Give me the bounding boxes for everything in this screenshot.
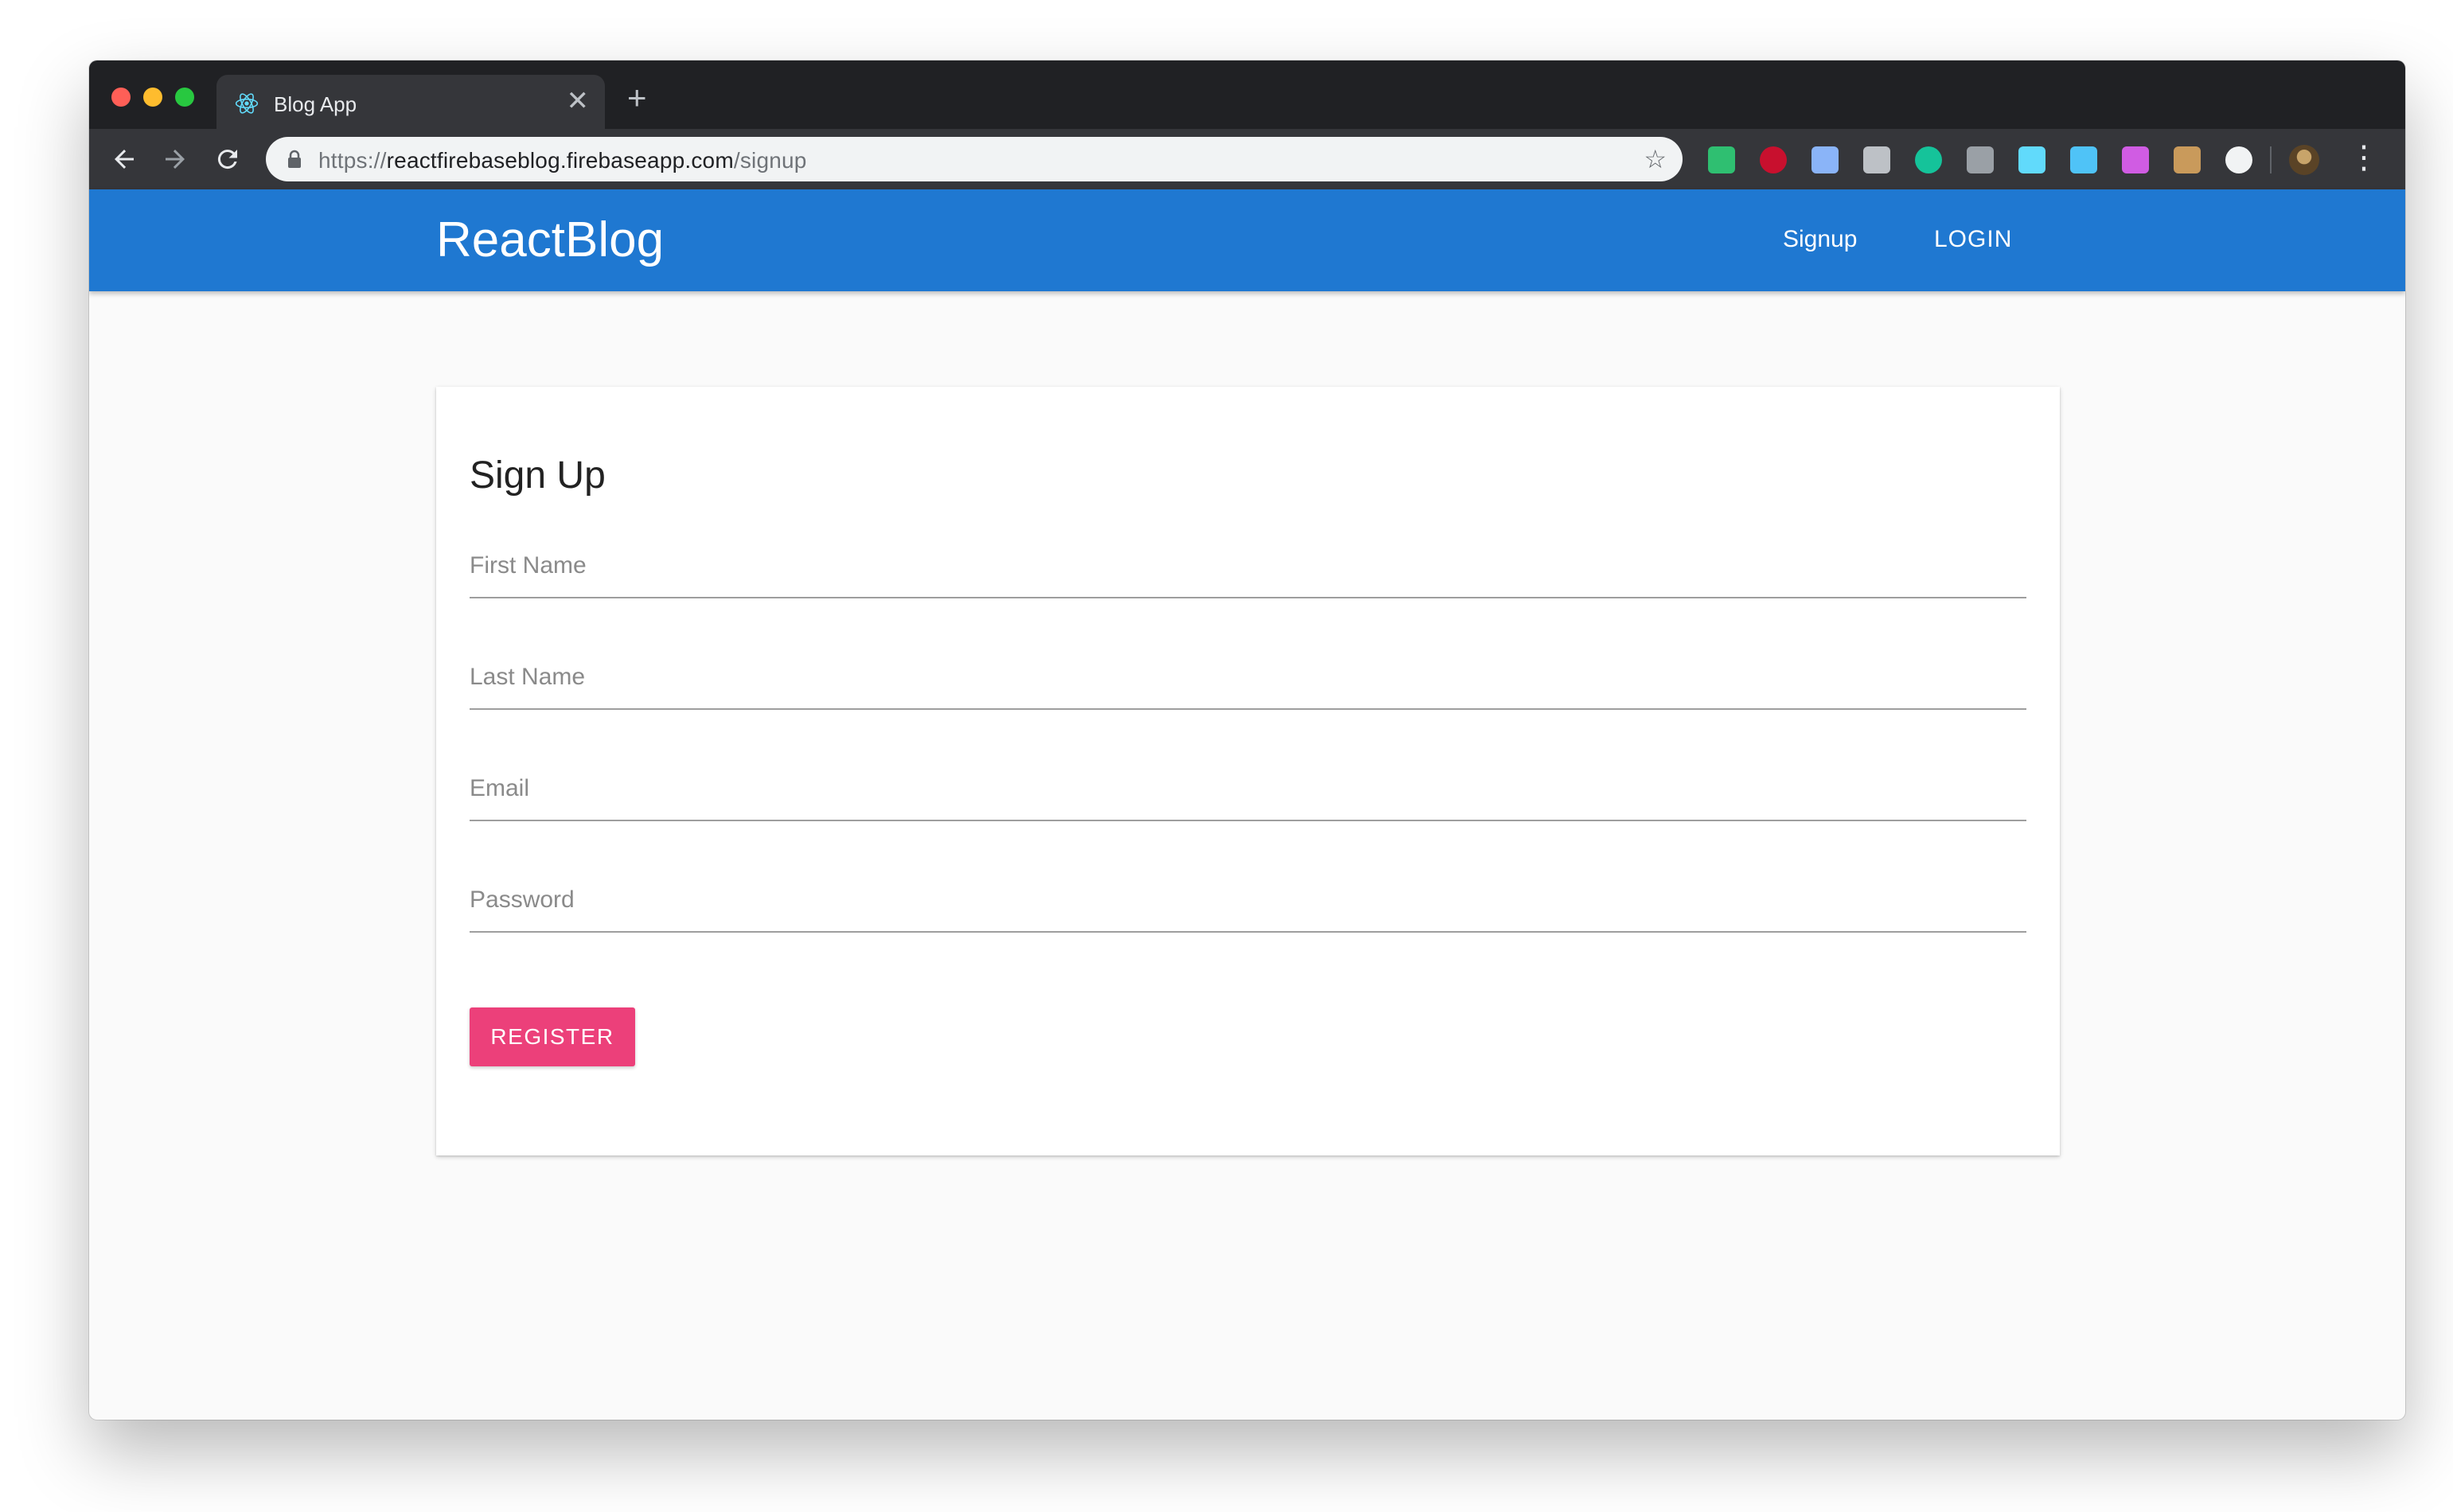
first-name-input[interactable] [470,535,2026,598]
password-input[interactable] [470,869,2026,933]
eyedropper-icon[interactable] [2070,146,2097,173]
browser-window: Blog App ✕ + https://reactfirebaseblog.f… [89,60,2405,1420]
app-bar: ReactBlog Signup LOGIN [89,189,2405,291]
tab-title: Blog App [274,92,357,116]
last-name-field-wrapper [470,646,2026,710]
first-name-field-wrapper [470,535,2026,598]
back-arrow-icon[interactable] [110,145,138,173]
broadcast-icon[interactable] [2122,146,2149,173]
circle-icon[interactable] [2225,146,2252,173]
translate-icon[interactable] [1967,146,1994,173]
toolbar-separator [2270,146,2272,173]
url-scheme: https:// [318,148,387,173]
window-close-button[interactable] [111,88,131,107]
email-input[interactable] [470,758,2026,821]
nav-login-link[interactable]: LOGIN [1934,226,2012,253]
shield-icon[interactable] [1708,146,1735,173]
url-host: reactfirebaseblog.firebaseapp.com [386,148,734,173]
gear-network-icon[interactable] [1811,146,1839,173]
form-title: Sign Up [470,454,606,497]
register-button[interactable]: REGISTER [470,1007,635,1066]
camera-icon[interactable] [1863,146,1890,173]
box-icon[interactable] [2174,146,2201,173]
profile-avatar[interactable] [2289,145,2319,175]
url-path: /signup [733,148,807,173]
bookmark-star-icon[interactable]: ☆ [1644,146,1667,172]
nav-signup-link[interactable]: Signup [1783,226,1857,253]
reload-icon[interactable] [213,145,242,173]
more-menu-icon[interactable]: ⋮ [2348,142,2380,173]
signup-card: Sign Up REGISTER [436,387,2060,1155]
lock-icon [288,150,301,168]
last-name-input[interactable] [470,646,2026,710]
brand-logo[interactable]: ReactBlog [436,212,664,268]
email-field-wrapper [470,758,2026,821]
forward-arrow-icon[interactable] [161,145,189,173]
abp-icon[interactable] [1760,146,1787,173]
react-icon[interactable] [2018,146,2045,173]
password-field-wrapper [470,869,2026,933]
url-text: https://reactfirebaseblog.firebaseapp.co… [318,148,807,173]
react-icon [235,93,259,114]
tab-close-icon[interactable]: ✕ [567,88,590,115]
address-bar[interactable]: https://reactfirebaseblog.firebaseapp.co… [266,137,1683,181]
new-tab-button[interactable]: + [627,81,647,115]
browser-tab[interactable]: Blog App ✕ [216,75,605,129]
window-maximize-button[interactable] [175,88,194,107]
window-minimize-button[interactable] [143,88,162,107]
grammarly-icon[interactable] [1915,146,1942,173]
browser-toolbar: https://reactfirebaseblog.firebaseapp.co… [89,129,2405,189]
tab-strip: Blog App ✕ + [89,60,2405,129]
